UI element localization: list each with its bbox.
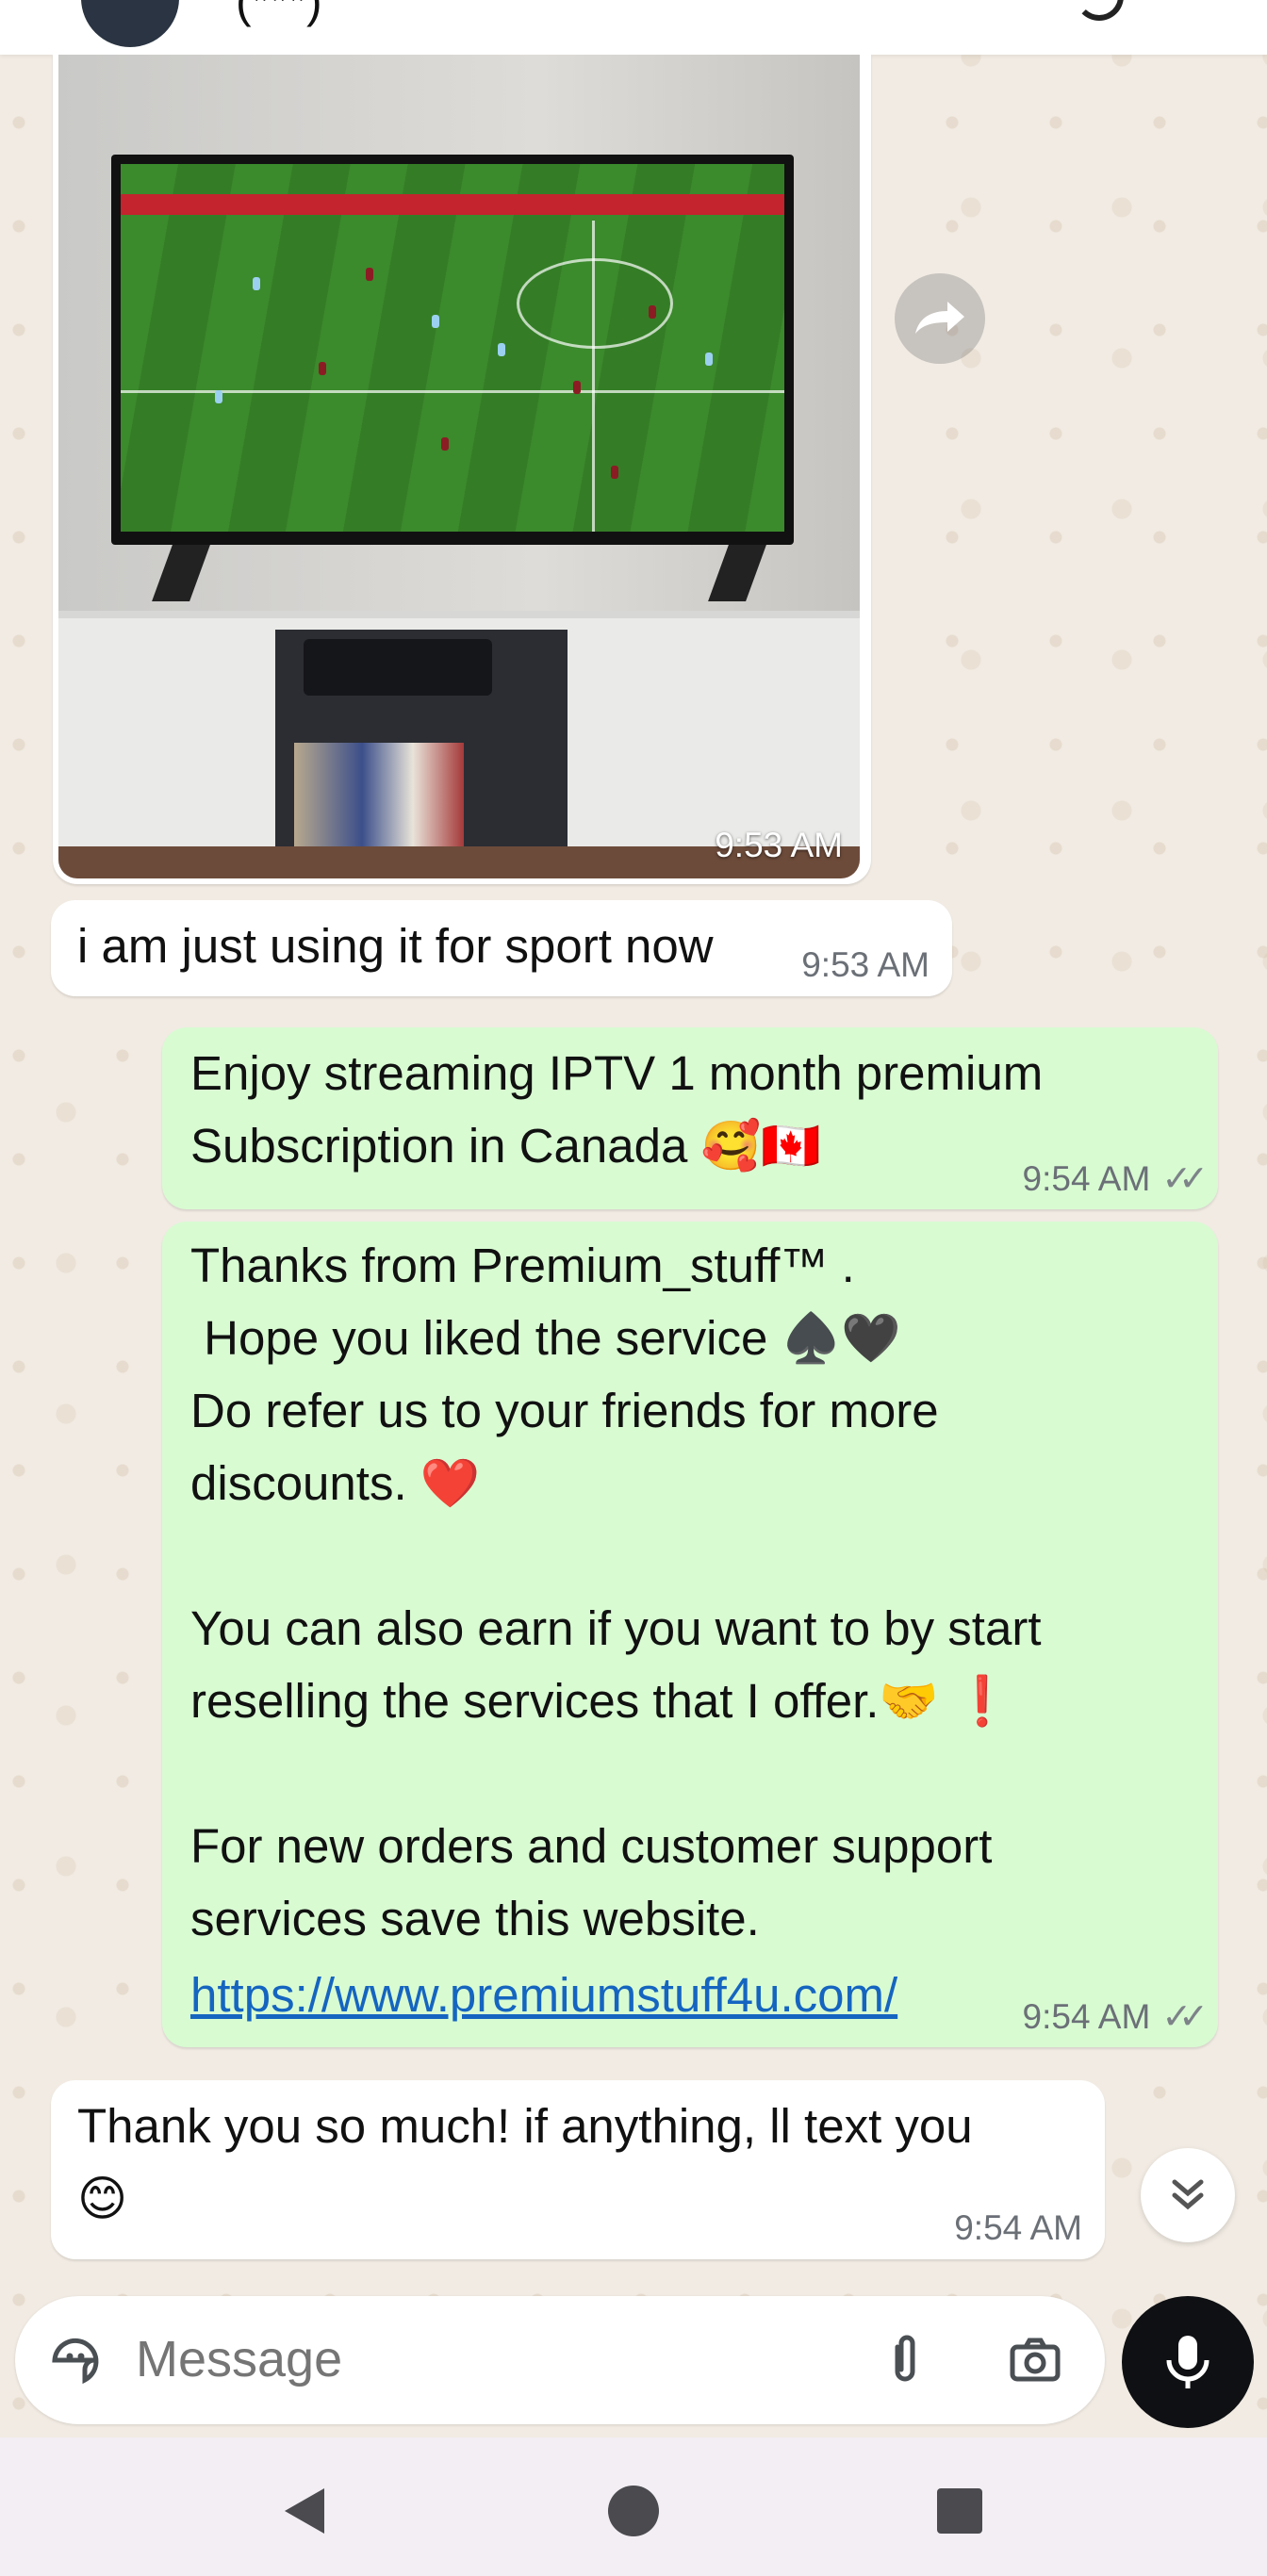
outgoing-message[interactable]: Enjoy streaming IPTV 1 month premium Sub…	[162, 1027, 1218, 1209]
message-time: 9:54 AM	[1022, 1159, 1151, 1198]
call-icon[interactable]	[1075, 0, 1124, 21]
camera-icon[interactable]	[1007, 2332, 1063, 2388]
double-check-icon: ✓✓	[1161, 1997, 1209, 2037]
system-navigation-bar	[0, 2437, 1267, 2576]
forward-icon	[915, 302, 964, 334]
message-input[interactable]	[136, 2330, 796, 2388]
contact-avatar[interactable]	[81, 0, 179, 47]
incoming-message[interactable]: Thank you so much! if anything, ll text …	[51, 2080, 1105, 2259]
scroll-to-bottom-button[interactable]	[1141, 2148, 1235, 2242]
message-text: Thanks from Premium_stuff™ . Hope you li…	[190, 1239, 1042, 1945]
paperclip-icon[interactable]	[877, 2332, 933, 2388]
tv-in-photo	[111, 155, 794, 545]
double-chevron-down-icon	[1172, 2179, 1204, 2210]
message-time: 9:53 AM	[801, 945, 930, 984]
chat-header: (***)	[0, 0, 1267, 55]
photo-tv-football[interactable]: 9:53 AM	[58, 55, 860, 878]
mic-icon	[1166, 2336, 1209, 2388]
message-time: 9:53 AM	[715, 826, 843, 864]
outgoing-message[interactable]: Thanks from Premium_stuff™ . Hope you li…	[162, 1222, 1218, 2047]
home-circle-icon[interactable]	[607, 2485, 660, 2537]
back-triangle-icon[interactable]	[279, 2485, 328, 2537]
voice-message-button[interactable]	[1122, 2296, 1254, 2428]
message-text: Thank you so much! if anything, ll text …	[77, 2099, 973, 2225]
incoming-message[interactable]: i am just using it for sport now 9:53 AM	[51, 900, 952, 996]
recents-square-icon[interactable]	[937, 2488, 982, 2534]
website-link[interactable]: https://www.premiumstuff4u.com/	[190, 1959, 897, 2031]
message-time: 9:54 AM	[1022, 1997, 1151, 2036]
message-composer	[15, 2296, 1105, 2424]
message-text: i am just using it for sport now	[77, 919, 714, 973]
message-text: Enjoy streaming IPTV 1 month premium Sub…	[190, 1046, 1044, 1173]
sticker-icon[interactable]	[47, 2332, 104, 2388]
contact-name[interactable]: (***)	[236, 0, 322, 28]
message-time: 9:54 AM	[954, 2208, 1082, 2247]
double-check-icon: ✓✓	[1161, 1159, 1209, 1199]
forward-button[interactable]	[895, 273, 985, 364]
